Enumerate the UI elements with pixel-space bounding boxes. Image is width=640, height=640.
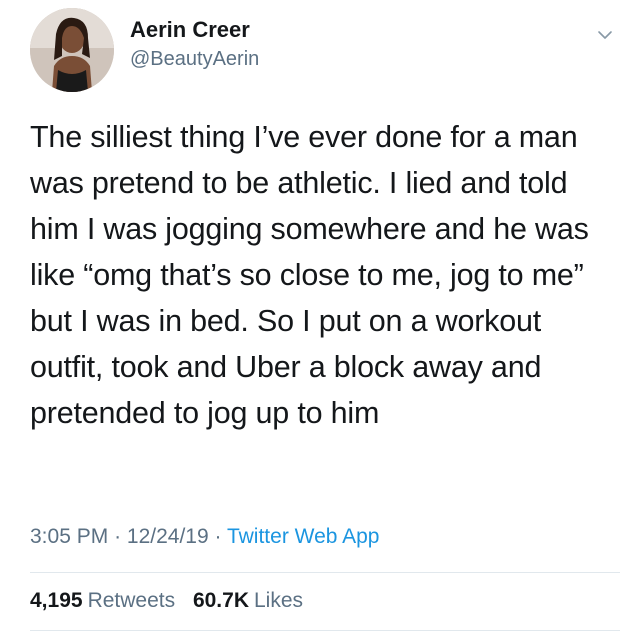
divider [30, 572, 620, 573]
author-display-name[interactable]: Aerin Creer [130, 16, 259, 44]
meta-separator: · [214, 525, 222, 548]
tweet-meta: 3:05 PM · 12/24/19 · Twitter Web App [30, 522, 380, 552]
likes-count: 60.7K [192, 589, 249, 612]
tweet-text: The silliest thing I’ve ever done for a … [30, 120, 589, 430]
likes-label: Likes [254, 589, 304, 612]
retweets-stat[interactable]: 4,195 Retweets [30, 586, 175, 616]
retweets-label: Retweets [87, 589, 176, 612]
tweet-time[interactable]: 3:05 PM [30, 525, 108, 548]
meta-separator: · [114, 525, 122, 548]
tweet-header: Aerin Creer @BeautyAerin [30, 8, 620, 92]
tweet-date[interactable]: 12/24/19 [127, 525, 209, 548]
avatar-image [30, 8, 114, 92]
author-handle[interactable]: @BeautyAerin [130, 46, 259, 72]
likes-stat[interactable]: 60.7K Likes [193, 586, 303, 616]
tweet-source[interactable]: Twitter Web App [227, 525, 380, 548]
tweet-stats: 4,195 Retweets 60.7K Likes [30, 586, 315, 616]
retweets-count: 4,195 [30, 589, 83, 612]
author-info: Aerin Creer @BeautyAerin [130, 16, 259, 72]
divider [30, 630, 620, 631]
chevron-down-icon[interactable] [596, 26, 614, 44]
avatar[interactable] [30, 8, 114, 92]
